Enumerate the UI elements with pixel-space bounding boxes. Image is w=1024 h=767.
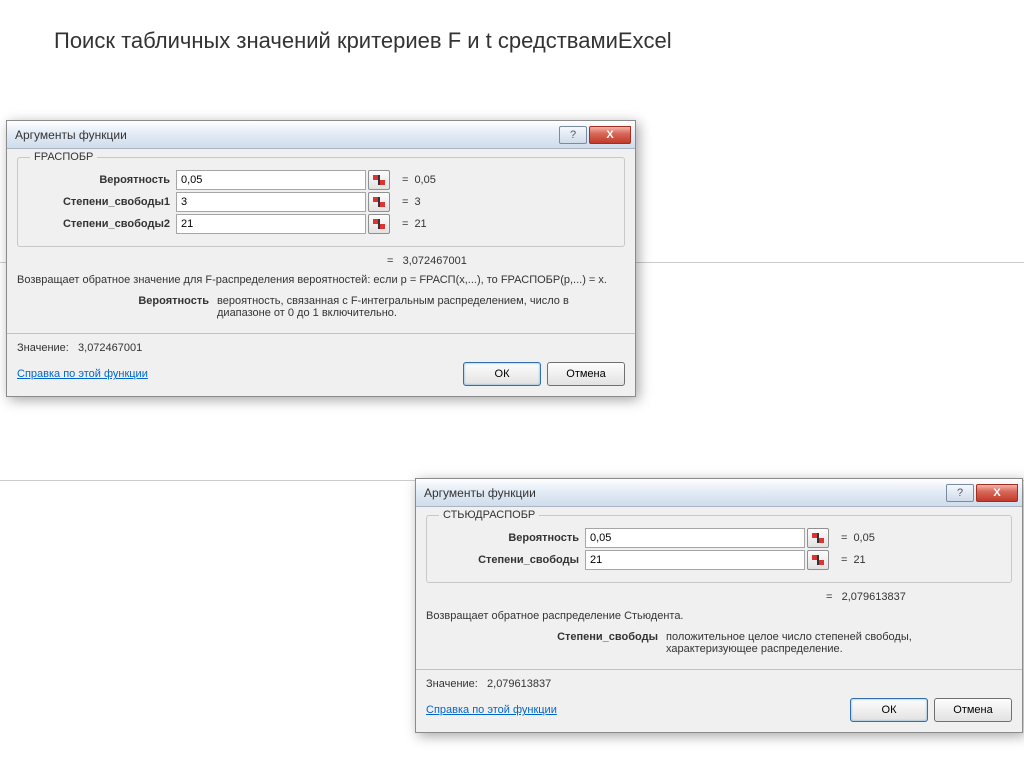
arg-eval: 0,05: [853, 532, 874, 544]
function-description: Возвращает обратное значение для F-распр…: [17, 273, 625, 287]
arg-eval: 3: [414, 196, 420, 208]
arguments-group: СТЬЮДРАСПОБР Вероятность = 0,05 Степени_…: [426, 515, 1012, 583]
value-label: Значение:: [426, 678, 478, 690]
refedit-button[interactable]: [368, 214, 390, 234]
equals-label: =: [402, 218, 408, 230]
help-link[interactable]: Справка по этой функции: [426, 704, 557, 716]
equals-label: =: [841, 554, 847, 566]
bottom-row: Справка по этой функции ОК Отмена: [17, 362, 625, 386]
arg-eval: 21: [414, 218, 426, 230]
refedit-icon: [812, 555, 824, 565]
inline-result: 3,072467001: [403, 255, 467, 267]
equals-label: =: [841, 532, 847, 544]
df1-input[interactable]: [176, 192, 366, 212]
dialog-body: FРАСПОБР Вероятность = 0,05 Степени_своб…: [7, 149, 635, 396]
equals-label: =: [387, 255, 393, 267]
help-icon[interactable]: ?: [946, 484, 974, 502]
titlebar-title: Аргументы функции: [15, 128, 557, 142]
arg-label: Степени_свободы2: [26, 218, 176, 230]
refedit-icon: [373, 197, 385, 207]
param-help-text: положительное целое число степеней свобо…: [666, 631, 1012, 655]
equals-label: =: [402, 174, 408, 186]
arg-label: Вероятность: [26, 174, 176, 186]
equals-label: =: [826, 591, 832, 603]
divider: [7, 333, 635, 334]
titlebar-title: Аргументы функции: [424, 486, 944, 500]
bottom-row: Справка по этой функции ОК Отмена: [426, 698, 1012, 722]
ok-button[interactable]: ОК: [463, 362, 541, 386]
result-line: = 3,072467001: [17, 255, 625, 267]
param-help-label: Степени_свободы: [426, 631, 666, 655]
refedit-button[interactable]: [368, 192, 390, 212]
help-icon[interactable]: ?: [559, 126, 587, 144]
param-help-label: Вероятность: [17, 295, 217, 319]
refedit-icon: [812, 533, 824, 543]
close-icon[interactable]: X: [976, 484, 1018, 502]
refedit-button[interactable]: [807, 550, 829, 570]
arg-row: Вероятность = 0,05: [26, 170, 616, 190]
probability-input[interactable]: [176, 170, 366, 190]
function-name: СТЬЮДРАСПОБР: [439, 509, 539, 521]
close-icon[interactable]: X: [589, 126, 631, 144]
titlebar[interactable]: Аргументы функции ? X: [416, 479, 1022, 507]
function-arguments-dialog-f: Аргументы функции ? X FРАСПОБР Вероятнос…: [6, 120, 636, 397]
function-arguments-dialog-t: Аргументы функции ? X СТЬЮДРАСПОБР Вероя…: [415, 478, 1023, 733]
cancel-button[interactable]: Отмена: [934, 698, 1012, 722]
arg-row: Степени_свободы1 = 3: [26, 192, 616, 212]
df-input[interactable]: [585, 550, 805, 570]
result-value: 3,072467001: [78, 342, 142, 354]
refedit-icon: [373, 219, 385, 229]
probability-input[interactable]: [585, 528, 805, 548]
arg-label: Степени_свободы: [435, 554, 585, 566]
result-line: = 2,079613837: [426, 591, 1012, 603]
inline-result: 2,079613837: [842, 591, 906, 603]
refedit-icon: [373, 175, 385, 185]
arg-label: Степени_свободы1: [26, 196, 176, 208]
ok-button[interactable]: ОК: [850, 698, 928, 722]
help-link[interactable]: Справка по этой функции: [17, 368, 148, 380]
titlebar[interactable]: Аргументы функции ? X: [7, 121, 635, 149]
parameter-help: Вероятность вероятность, связанная с F-и…: [17, 295, 625, 319]
arg-eval: 21: [853, 554, 865, 566]
cancel-button[interactable]: Отмена: [547, 362, 625, 386]
arg-label: Вероятность: [435, 532, 585, 544]
result-value: 2,079613837: [487, 678, 551, 690]
result-value-row: Значение: 2,079613837: [426, 678, 1012, 690]
arg-row: Вероятность = 0,05: [435, 528, 1003, 548]
arg-row: Степени_свободы = 21: [435, 550, 1003, 570]
parameter-help: Степени_свободы положительное целое числ…: [426, 631, 1012, 655]
equals-label: =: [402, 196, 408, 208]
value-label: Значение:: [17, 342, 69, 354]
divider: [416, 669, 1022, 670]
arg-row: Степени_свободы2 = 21: [26, 214, 616, 234]
refedit-button[interactable]: [368, 170, 390, 190]
df2-input[interactable]: [176, 214, 366, 234]
page-title: Поиск табличных значений критериев F и t…: [54, 28, 672, 54]
function-name: FРАСПОБР: [30, 151, 97, 163]
param-help-text: вероятность, связанная с F-интегральным …: [217, 295, 625, 319]
result-value-row: Значение: 3,072467001: [17, 342, 625, 354]
dialog-body: СТЬЮДРАСПОБР Вероятность = 0,05 Степени_…: [416, 507, 1022, 732]
function-description: Возвращает обратное распределение Стьюде…: [426, 609, 1012, 623]
arguments-group: FРАСПОБР Вероятность = 0,05 Степени_своб…: [17, 157, 625, 247]
arg-eval: 0,05: [414, 174, 435, 186]
refedit-button[interactable]: [807, 528, 829, 548]
